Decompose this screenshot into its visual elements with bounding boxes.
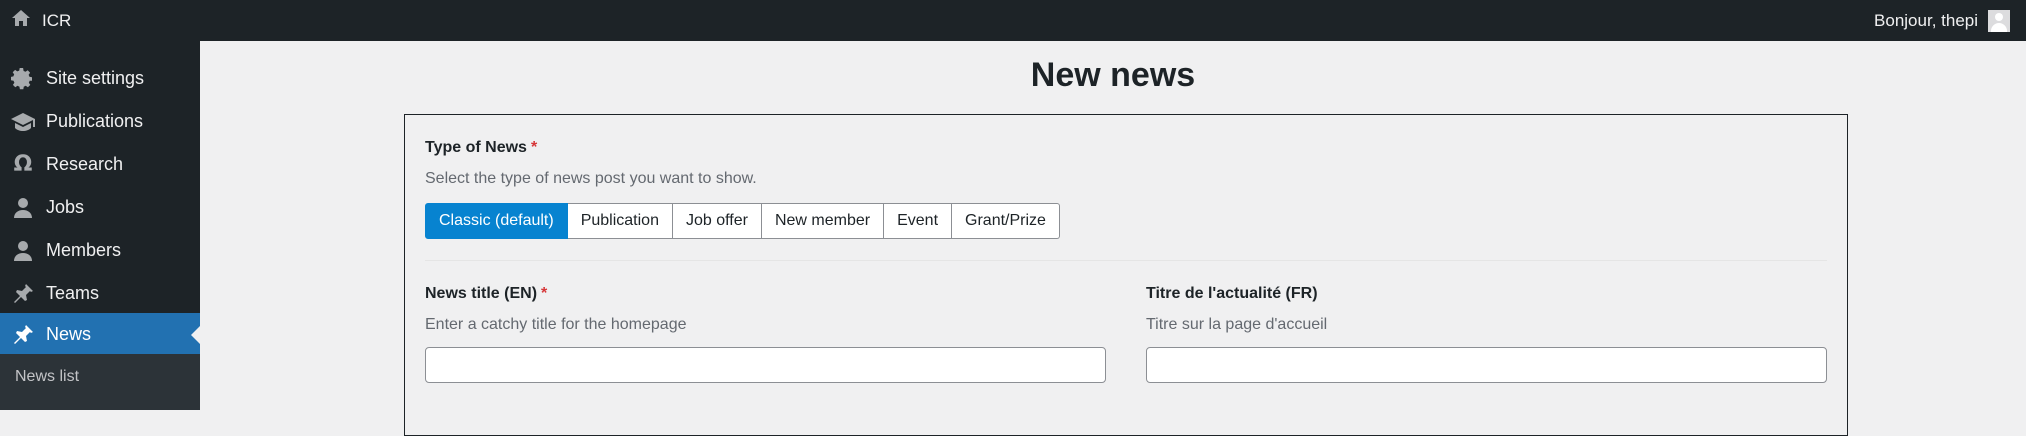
- news-type-option-classic[interactable]: Classic (default): [425, 203, 568, 239]
- news-title-en-input[interactable]: [425, 347, 1106, 383]
- sidebar-item-label: News: [46, 324, 92, 344]
- news-title-en-label-text: News title (EN): [425, 285, 538, 302]
- user-icon: [10, 238, 36, 264]
- sidebar-item-label: Members: [46, 240, 122, 260]
- news-type-option-publication[interactable]: Publication: [567, 203, 673, 239]
- home-icon: [10, 8, 32, 33]
- sidebar-item-label: Publications: [46, 111, 144, 131]
- news-type-label: Type of News *: [425, 139, 537, 157]
- required-marker: *: [541, 285, 548, 302]
- graduation-cap-icon: [10, 109, 36, 135]
- greeting-text: Bonjour, thepi: [1874, 10, 1978, 30]
- site-name: ICR: [42, 10, 72, 30]
- omega-icon: Ω: [13, 152, 33, 177]
- pin-icon: [10, 322, 36, 348]
- admin-bar: ICR Bonjour, thepi: [0, 0, 2026, 41]
- news-type-option-grant-prize[interactable]: Grant/Prize: [952, 203, 1060, 239]
- news-type-option-job-offer[interactable]: Job offer: [672, 203, 762, 239]
- sidebar-item-label: Teams: [46, 283, 100, 303]
- news-title-en-description: Enter a catchy title for the homepage: [425, 316, 687, 333]
- news-type-label-text: Type of News: [425, 139, 527, 156]
- news-title-fr-description: Titre sur la page d'accueil: [1146, 316, 1328, 333]
- news-submenu: News list: [0, 354, 200, 410]
- submenu-item-news-list[interactable]: News list: [15, 368, 79, 386]
- news-form-panel: Type of News * Select the type of news po…: [404, 114, 1848, 436]
- sidebar-item-label: Jobs: [46, 197, 85, 217]
- page-title: New news: [1030, 56, 1196, 94]
- avatar: [1988, 9, 2010, 32]
- sidebar-item-news[interactable]: News: [0, 313, 200, 356]
- sidebar-item-members[interactable]: Members: [0, 229, 200, 272]
- sidebar-item-teams[interactable]: Teams: [0, 272, 200, 315]
- sidebar-item-site-settings[interactable]: Site settings: [0, 57, 200, 100]
- field-divider: [425, 260, 1827, 261]
- news-type-button-group: Classic (default) Publication Job offer …: [425, 203, 1060, 239]
- news-type-description: Select the type of news post you want to…: [425, 170, 757, 187]
- sidebar-item-label: Research: [46, 154, 124, 174]
- news-title-fr-label-text: Titre de l'actualité (FR): [1146, 285, 1318, 302]
- pin-icon: [10, 281, 36, 307]
- news-title-en-label: News title (EN) *: [425, 285, 547, 303]
- user-icon: [10, 195, 36, 221]
- news-title-fr-input[interactable]: [1146, 347, 1827, 383]
- sidebar-item-label: Site settings: [46, 68, 145, 88]
- site-home-link[interactable]: ICR: [10, 0, 71, 41]
- news-type-option-event[interactable]: Event: [884, 203, 953, 239]
- admin-sidebar: Site settings Publications Ω Research Jo…: [0, 41, 200, 410]
- sidebar-item-research[interactable]: Ω Research: [0, 143, 200, 186]
- required-marker: *: [530, 139, 538, 156]
- sidebar-item-jobs[interactable]: Jobs: [0, 186, 200, 229]
- gear-icon: [10, 66, 36, 92]
- account-menu[interactable]: Bonjour, thepi: [1874, 0, 2010, 41]
- news-title-fr-label: Titre de l'actualité (FR): [1146, 285, 1318, 303]
- sidebar-item-publications[interactable]: Publications: [0, 100, 200, 143]
- news-type-option-new-member[interactable]: New member: [761, 203, 885, 239]
